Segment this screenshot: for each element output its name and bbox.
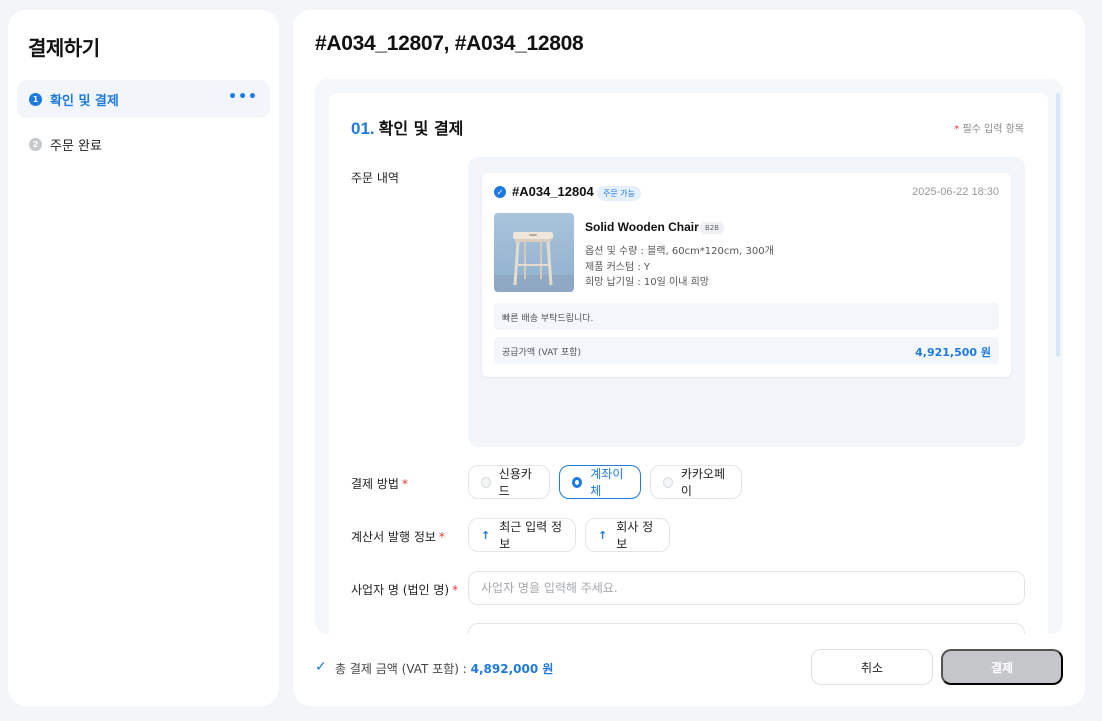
sidebar-step-order-complete[interactable]: 2 주문 완료 (17, 125, 270, 163)
product-image (494, 213, 574, 292)
price-value: 4,921,500 원 (915, 346, 991, 359)
button-label: 최근 입력 정보 (499, 520, 563, 551)
form-card: 01. 확인 및 결제 * 필수 입력 항목 주문 내역 ✓ #A034_1280… (329, 93, 1048, 634)
payment-option-credit-card[interactable]: 신용카드 (468, 465, 550, 499)
step-number-1: 1 (29, 92, 42, 106)
next-field-input[interactable] (468, 623, 1025, 634)
business-name-input[interactable] (468, 571, 1025, 605)
checkbox-checked-icon[interactable]: ✓ (494, 186, 506, 198)
price-row: 공급가액 (VAT 포함) 4,921,500 원 (494, 337, 999, 364)
order-memo: 빠른 배송 부탁드립니다. (494, 303, 999, 330)
business-name-label-text: 사업자 명 (법인 명) (351, 583, 450, 597)
payment-option-label: 계좌이체 (590, 467, 624, 498)
required-note-text: 필수 입력 항목 (962, 124, 1024, 135)
total-amount: 총 결제 금액 (VAT 포함) : 4,892,000 원 (335, 660, 553, 677)
payment-option-bank-transfer[interactable]: 계좌이체 (559, 465, 641, 499)
required-note: * 필수 입력 항목 (954, 120, 1024, 135)
payment-method-label: 결제 방법 * (351, 475, 408, 492)
arrow-up-icon: ↑ (598, 528, 608, 542)
product-badge: B2B (700, 222, 725, 234)
section-title: 01. 확인 및 결제 (351, 115, 463, 139)
required-mark: * (452, 583, 459, 597)
radio-icon (663, 476, 673, 488)
payment-option-label: 신용카드 (498, 467, 532, 498)
arrow-up-icon: ↑ (481, 528, 491, 542)
order-id: #A034_12804 (512, 184, 594, 199)
payment-method-label-text: 결제 방법 (351, 477, 399, 491)
product-custom: 제품 커스텀 : Y (585, 262, 651, 273)
sidebar-title: 결제하기 (28, 36, 100, 60)
price-label: 공급가액 (VAT 포함) (502, 348, 581, 358)
business-name-label: 사업자 명 (법인 명) * (351, 581, 458, 598)
payment-option-kakaopay[interactable]: 카카오페이 (650, 465, 742, 499)
radio-icon (481, 476, 491, 488)
product-delivery: 희망 납기일 : 10일 이내 희망 (585, 277, 709, 288)
check-icon: ✓ (315, 659, 327, 675)
step-label: 확인 및 결제 (50, 93, 119, 109)
sidebar: 결제하기 1 확인 및 결제 ••• 2 주문 완료 (8, 10, 279, 706)
product-options: 옵션 및 수량 : 블랙, 60cm*120cm, 300개 (585, 246, 774, 257)
product-name: Solid Wooden Chair (585, 220, 699, 234)
status-badge: 주문 가능 (597, 186, 641, 201)
invoice-label-text: 계산서 발행 정보 (351, 530, 436, 544)
more-icon[interactable]: ••• (228, 89, 258, 105)
step-number-2: 2 (29, 137, 42, 151)
page-title: #A034_12807, #A034_12808 (315, 32, 584, 55)
pay-button[interactable]: 결제 (941, 649, 1063, 685)
sidebar-step-confirm-payment[interactable]: 1 확인 및 결제 ••• (17, 80, 270, 118)
section-number: 01. (351, 119, 375, 138)
section-title-text: 확인 및 결제 (378, 119, 464, 138)
order-date: 2025-06-22 18:30 (912, 186, 999, 198)
order-details-label: 주문 내역 (351, 171, 399, 185)
radio-selected-icon (572, 476, 583, 488)
step-label: 주문 완료 (50, 138, 102, 154)
order-list: ✓ #A034_12804 주문 가능 2025-06-22 18:30 Sol… (468, 157, 1025, 447)
invoice-info-label: 계산서 발행 정보 * (351, 528, 445, 545)
button-label: 회사 정보 (616, 520, 654, 551)
payment-option-label: 카카오페이 (680, 467, 726, 498)
required-mark: * (438, 530, 445, 544)
order-card[interactable]: ✓ #A034_12804 주문 가능 2025-06-22 18:30 Sol… (482, 173, 1011, 377)
required-mark: * (401, 477, 408, 491)
required-mark: * (954, 124, 960, 135)
total-value: 4,892,000 원 (470, 662, 554, 676)
form-scroll-area[interactable]: 01. 확인 및 결제 * 필수 입력 항목 주문 내역 ✓ #A034_1280… (315, 79, 1063, 634)
company-info-button[interactable]: ↑ 회사 정보 (585, 518, 670, 552)
scrollbar[interactable] (1056, 93, 1060, 357)
recent-input-button[interactable]: ↑ 최근 입력 정보 (468, 518, 576, 552)
total-label: 총 결제 금액 (VAT 포함) : (335, 662, 467, 676)
cancel-button[interactable]: 취소 (811, 649, 933, 685)
main-panel: #A034_12807, #A034_12808 01. 확인 및 결제 * 필수… (293, 10, 1085, 706)
